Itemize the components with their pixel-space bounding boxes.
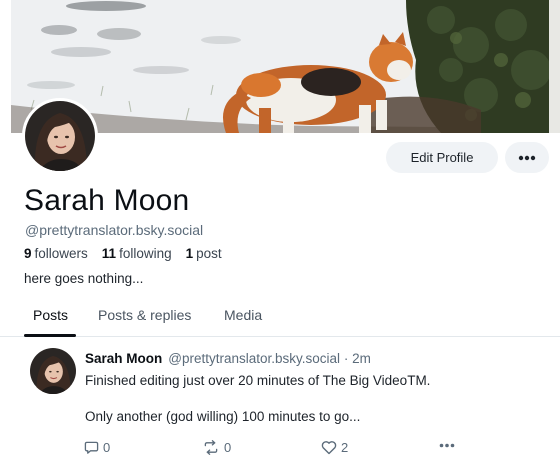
profile-avatar[interactable] bbox=[22, 98, 98, 174]
display-name: Sarah Moon bbox=[24, 184, 190, 217]
reply-icon bbox=[84, 441, 99, 454]
reply-count: 0 bbox=[103, 440, 111, 455]
active-tab-indicator bbox=[24, 334, 76, 337]
posts-stat: 1 post bbox=[186, 246, 222, 261]
like-count: 2 bbox=[341, 440, 349, 455]
post-avatar-image bbox=[30, 348, 76, 394]
profile-tabs: Posts Posts & replies Media bbox=[0, 296, 560, 337]
post-author-avatar[interactable] bbox=[30, 348, 76, 394]
followers-count: 9 bbox=[24, 246, 32, 261]
post-more-button[interactable] bbox=[439, 443, 455, 448]
posts-label: post bbox=[196, 246, 222, 261]
post-body[interactable]: Finished editing just over 20 minutes of… bbox=[85, 372, 545, 426]
followers-link[interactable]: 9 followers bbox=[24, 246, 88, 261]
repost-icon bbox=[204, 440, 218, 455]
avatar-image bbox=[25, 101, 95, 171]
followers-label: followers bbox=[34, 246, 88, 261]
post-actions: 0 0 2 bbox=[0, 440, 560, 460]
following-count: 11 bbox=[101, 246, 117, 261]
profile-handle: @prettytranslator.bsky.social bbox=[25, 222, 204, 238]
banner-image bbox=[11, 0, 560, 133]
posts-count: 1 bbox=[185, 246, 194, 261]
profile-stats: 9 followers 11 following 1 post bbox=[24, 246, 222, 261]
repost-count: 0 bbox=[224, 440, 232, 455]
profile-bio: here goes nothing... bbox=[24, 271, 144, 286]
more-options-button[interactable] bbox=[505, 142, 549, 173]
tab-posts[interactable]: Posts bbox=[33, 307, 68, 323]
following-label: following bbox=[119, 246, 172, 261]
edit-profile-button[interactable]: Edit Profile bbox=[386, 142, 498, 173]
like-button[interactable]: 2 bbox=[321, 440, 348, 455]
post-time[interactable]: 2m bbox=[352, 351, 371, 366]
post-separator: · bbox=[343, 351, 349, 366]
post-author-name[interactable]: Sarah Moon bbox=[85, 351, 162, 366]
reply-button[interactable]: 0 bbox=[84, 440, 110, 455]
profile-banner[interactable] bbox=[11, 0, 560, 133]
post-text-line: Only another (god willing) 100 minutes t… bbox=[85, 409, 361, 424]
post-author-handle[interactable]: @prettytranslator.bsky.social bbox=[168, 351, 340, 366]
repost-button[interactable]: 0 bbox=[202, 440, 231, 455]
post-text-line: Finished editing just over 20 minutes of… bbox=[85, 373, 431, 388]
post-header: Sarah Moon @prettytranslator.bsky.social … bbox=[85, 351, 371, 366]
ellipsis-icon bbox=[518, 155, 536, 160]
like-icon bbox=[321, 441, 337, 455]
tab-posts-replies[interactable]: Posts & replies bbox=[98, 307, 191, 323]
more-options-icon bbox=[439, 443, 455, 448]
tab-media[interactable]: Media bbox=[224, 307, 262, 323]
following-link[interactable]: 11 following bbox=[102, 246, 172, 261]
